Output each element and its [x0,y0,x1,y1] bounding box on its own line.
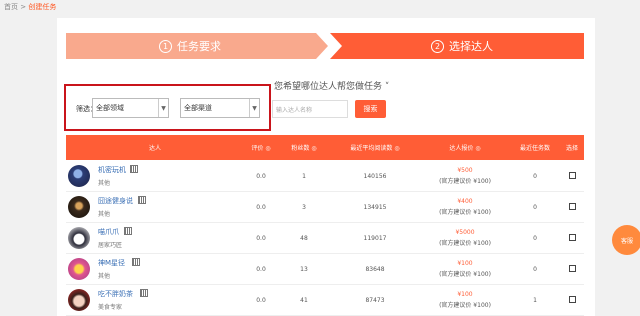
recent-tasks-value: 0 [533,235,537,242]
price-value: ¥100 [457,291,473,298]
fans-value: 41 [300,297,308,304]
table-row: 机密玩机 其他 0.0 1 140156 ¥500 (官方建议价 ¥100) 0 [66,161,584,192]
step-select-influencer[interactable]: 2 选择达人 [330,33,584,59]
recent-tasks-value: 0 [533,204,537,211]
select-checkbox[interactable] [569,265,576,272]
table-row: 神M星径 其他 0.0 13 83648 ¥100 (官方建议价 ¥100) 0 [66,254,584,285]
fans-value: 13 [300,266,308,273]
breadcrumb: 首页 > 创建任务 [4,2,56,12]
price-value: ¥400 [457,198,473,205]
chevron-down-icon: ▼ [158,99,168,117]
step-progress: 1 任务要求 2 选择达人 [66,33,584,59]
table-header: 达人 评价 ◎ 粉丝数 ◎ 最近平均阅读数 ◎ 达人报价 ◎ 最近任务数 选择 [66,135,584,160]
step-number: 2 [431,39,444,53]
qr-code-icon[interactable] [138,196,146,204]
reads-value: 134915 [363,204,387,211]
avatar[interactable] [68,196,90,218]
suggested-price: (官方建议价 ¥100) [439,178,491,185]
fans-value: 3 [302,204,306,211]
price-value: ¥500 [457,167,473,174]
select-checkbox[interactable] [569,234,576,241]
rating-value: 0.0 [256,266,266,273]
reads-value: 119017 [363,235,387,242]
table-row: 囧途健身说 其他 0.0 3 134915 ¥400 (官方建议价 ¥100) … [66,192,584,223]
rating-value: 0.0 [256,204,266,211]
breadcrumb-current: 创建任务 [28,3,57,11]
rating-value: 0.0 [256,235,266,242]
select-checkbox[interactable] [569,203,576,210]
step-number: 1 [159,39,172,53]
field-select[interactable]: 全部领域 ▼ [92,98,169,118]
table-row: 喵爪爪 居家巧匠 0.0 48 119017 ¥5000 (官方建议价 ¥100… [66,223,584,254]
chevron-down-icon: ▼ [249,99,259,117]
field-select-value: 全部领域 [96,104,124,112]
suggested-price: (官方建议价 ¥100) [439,209,491,216]
qr-code-icon[interactable] [140,289,148,297]
influencer-name[interactable]: 神M星径 [98,258,125,268]
header-select: 选择 [565,145,578,152]
recent-tasks-value: 0 [533,173,537,180]
reads-value: 140156 [363,173,387,180]
header-influencer: 达人 [148,145,161,152]
header-recent-tasks: 最近任务数 [519,145,550,152]
price-value: ¥5000 [455,229,475,236]
fans-value: 48 [300,235,308,242]
avatar[interactable] [68,289,90,311]
header-price[interactable]: 达人报价 ◎ [420,135,510,160]
step-label: 选择达人 [449,40,493,53]
fans-value: 1 [302,173,306,180]
step-task-requirements[interactable]: 1 任务要求 [66,33,328,59]
select-checkbox[interactable] [569,172,576,179]
influencer-category: 居家巧匠 [98,242,123,249]
influencer-category: 其他 [98,211,111,218]
influencer-category: 其他 [98,273,111,280]
header-rating[interactable]: 评价 ◎ [244,135,278,160]
qr-code-icon[interactable] [130,165,138,173]
channel-select[interactable]: 全部渠道 ▼ [180,98,260,118]
step-label: 任务要求 [177,40,221,53]
avatar[interactable] [68,227,90,249]
avatar[interactable] [68,258,90,280]
channel-select-value: 全部渠道 [184,104,212,112]
influencer-name[interactable]: 囧途健身说 [98,196,133,206]
rating-value: 0.0 [256,173,266,180]
suggested-price: (官方建议价 ¥100) [439,240,491,247]
influencer-name[interactable]: 机密玩机 [98,165,126,175]
influencer-name[interactable]: 吃不胖奶茶 [98,289,133,299]
header-avg-reads[interactable]: 最近平均阅读数 ◎ [330,135,420,160]
influencer-search-input[interactable]: 输入达人名称 [272,100,348,118]
influencer-category: 其他 [98,180,111,187]
reads-value: 87473 [365,297,385,304]
breadcrumb-separator: > [20,3,27,11]
influencer-name[interactable]: 喵爪爪 [98,227,119,237]
recent-tasks-value: 1 [533,297,537,304]
recent-tasks-value: 0 [533,266,537,273]
reads-value: 83648 [365,266,385,273]
rating-value: 0.0 [256,297,266,304]
qr-code-icon[interactable] [132,258,140,266]
search-button[interactable]: 搜索 [355,100,386,118]
customer-service-button[interactable]: 客服 [612,225,640,255]
question-heading[interactable]: 您希望哪位达人帮您做任务 ˅ [274,79,389,92]
influencer-category: 美食专家 [98,304,123,311]
table-row: 吃不胖奶茶 美食专家 0.0 41 87473 ¥100 (官方建议价 ¥100… [66,285,584,316]
suggested-price: (官方建议价 ¥100) [439,302,491,309]
qr-code-icon[interactable] [124,227,132,235]
suggested-price: (官方建议价 ¥100) [439,271,491,278]
select-checkbox[interactable] [569,296,576,303]
price-value: ¥100 [457,260,473,267]
header-fans[interactable]: 粉丝数 ◎ [278,135,330,160]
avatar[interactable] [68,165,90,187]
breadcrumb-home[interactable]: 首页 [4,3,18,11]
